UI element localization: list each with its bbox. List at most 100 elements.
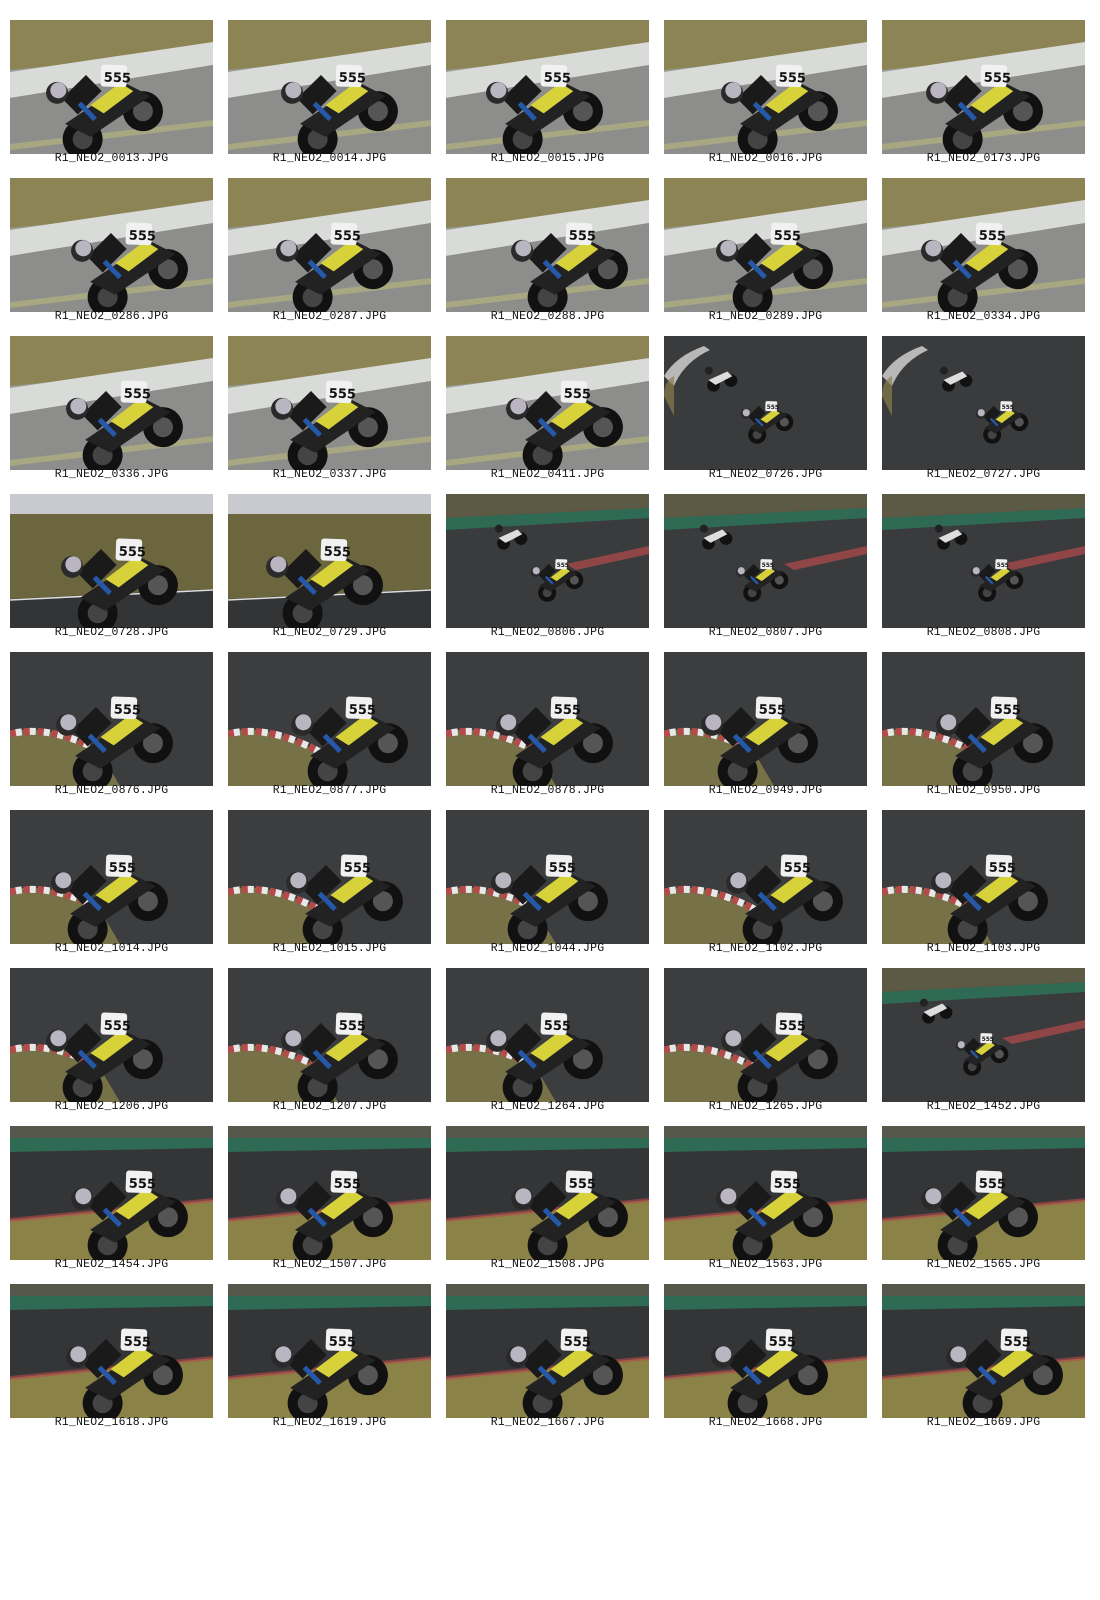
photo-cell[interactable]: 555 R1_NEO2_0173.JPG bbox=[882, 20, 1085, 164]
photo-thumbnail[interactable]: 555 bbox=[664, 1284, 867, 1418]
photo-cell[interactable]: 555 R1_NEO2_0727.JPG bbox=[882, 336, 1085, 480]
photo-thumbnail[interactable]: 555 bbox=[10, 1126, 213, 1260]
photo-cell[interactable]: 555 R1_NEO2_0287.JPG bbox=[228, 178, 431, 322]
photo-thumbnail[interactable]: 555 bbox=[228, 1126, 431, 1260]
photo-cell[interactable]: 555 R1_NEO2_0950.JPG bbox=[882, 652, 1085, 796]
photo-thumbnail[interactable]: 555 bbox=[228, 494, 431, 628]
photo-thumbnail[interactable]: 555 bbox=[446, 336, 649, 470]
photo-thumbnail[interactable]: 555 bbox=[446, 810, 649, 944]
photo-cell[interactable]: 555 R1_NEO2_0729.JPG bbox=[228, 494, 431, 639]
photo-cell[interactable]: 555 R1_NEO2_1507.JPG bbox=[228, 1126, 431, 1270]
photo-cell[interactable]: 555 R1_NEO2_0015.JPG bbox=[446, 20, 649, 164]
photo-cell[interactable]: 555 R1_NEO2_0726.JPG bbox=[664, 336, 867, 480]
photo-thumbnail[interactable]: 555 bbox=[664, 20, 867, 154]
svg-text:555: 555 bbox=[124, 386, 152, 402]
photo-cell[interactable]: 555 R1_NEO2_1207.JPG bbox=[228, 968, 431, 1112]
photo-cell[interactable]: 555 R1_NEO2_0728.JPG bbox=[10, 494, 213, 638]
photo-thumbnail[interactable]: 555 bbox=[446, 494, 649, 628]
photo-thumbnail[interactable]: 555 bbox=[446, 20, 649, 154]
photo-cell[interactable]: 555 R1_NEO2_1618.JPG bbox=[10, 1284, 213, 1428]
photo-cell[interactable]: 555 R1_NEO2_0411.JPG bbox=[446, 336, 649, 481]
photo-thumbnail[interactable]: 555 bbox=[664, 1126, 867, 1260]
photo-cell[interactable]: 555 R1_NEO2_0286.JPG bbox=[10, 178, 213, 322]
photo-cell[interactable]: 555 R1_NEO2_1454.JPG bbox=[10, 1126, 213, 1271]
photo-filename: R1_NEO2_0289.JPG bbox=[708, 310, 823, 323]
photo-cell[interactable]: 555 R1_NEO2_0877.JPG bbox=[228, 652, 431, 796]
photo-thumbnail[interactable]: 555 bbox=[882, 968, 1085, 1102]
photo-cell[interactable]: 555 R1_NEO2_1563.JPG bbox=[664, 1126, 867, 1270]
photo-thumbnail[interactable]: 555 bbox=[10, 178, 213, 312]
photo-cell[interactable]: 555 R1_NEO2_0334.JPG bbox=[882, 178, 1085, 322]
photo-cell[interactable]: 555 R1_NEO2_1452.JPG bbox=[882, 968, 1085, 1112]
photo-cell[interactable]: 555 R1_NEO2_0288.JPG bbox=[446, 178, 649, 322]
photo-cell[interactable]: 555 R1_NEO2_0289.JPG bbox=[664, 178, 867, 323]
photo-cell[interactable]: 555 R1_NEO2_1014.JPG bbox=[10, 810, 213, 954]
photo-image: 555 bbox=[446, 494, 649, 628]
photo-thumbnail[interactable]: 555 bbox=[882, 178, 1085, 312]
photo-cell[interactable]: 555 R1_NEO2_0807.JPG bbox=[664, 494, 867, 638]
photo-thumbnail[interactable]: 555 bbox=[664, 810, 867, 944]
photo-thumbnail[interactable]: 555 bbox=[10, 1284, 213, 1418]
photo-thumbnail[interactable]: 555 bbox=[664, 494, 867, 628]
photo-filename: R1_NEO2_1044.JPG bbox=[490, 942, 605, 955]
photo-cell[interactable]: 555 R1_NEO2_0878.JPG bbox=[446, 652, 649, 796]
photo-thumbnail[interactable]: 555 bbox=[664, 652, 867, 786]
photo-cell[interactable]: 555 R1_NEO2_1668.JPG bbox=[664, 1284, 867, 1428]
photo-thumbnail[interactable]: 555 bbox=[228, 652, 431, 786]
photo-thumbnail[interactable]: 555 bbox=[10, 652, 213, 786]
photo-thumbnail[interactable]: 555 bbox=[882, 652, 1085, 786]
photo-cell[interactable]: 555 R1_NEO2_1265.JPG bbox=[664, 968, 867, 1112]
photo-cell[interactable]: 555 R1_NEO2_1044.JPG bbox=[446, 810, 649, 955]
photo-cell[interactable]: 555 R1_NEO2_0949.JPG bbox=[664, 652, 867, 796]
photo-thumbnail[interactable]: 555 bbox=[228, 810, 431, 944]
photo-cell[interactable]: 555 R1_NEO2_1669.JPG bbox=[882, 1284, 1085, 1428]
photo-cell[interactable]: 555 R1_NEO2_1264.JPG bbox=[446, 968, 649, 1112]
photo-thumbnail[interactable]: 555 bbox=[10, 810, 213, 944]
photo-thumbnail[interactable]: 555 bbox=[10, 968, 213, 1102]
photo-thumbnail[interactable]: 555 bbox=[228, 1284, 431, 1418]
photo-cell[interactable]: 555 R1_NEO2_1206.JPG bbox=[10, 968, 213, 1112]
photo-thumbnail[interactable]: 555 bbox=[446, 652, 649, 786]
photo-filename: R1_NEO2_1619.JPG bbox=[272, 1416, 387, 1429]
photo-thumbnail[interactable]: 555 bbox=[664, 178, 867, 312]
photo-cell[interactable]: 555 R1_NEO2_0016.JPG bbox=[664, 20, 867, 164]
photo-thumbnail[interactable]: 555 bbox=[882, 336, 1085, 470]
photo-thumbnail[interactable]: 555 bbox=[882, 20, 1085, 154]
photo-cell[interactable]: 555 R1_NEO2_0808.JPG bbox=[882, 494, 1085, 638]
photo-thumbnail[interactable]: 555 bbox=[446, 1126, 649, 1260]
photo-filename: R1_NEO2_1454.JPG bbox=[54, 1258, 169, 1271]
photo-thumbnail[interactable]: 555 bbox=[882, 494, 1085, 628]
photo-cell[interactable]: 555 R1_NEO2_0336.JPG bbox=[10, 336, 213, 480]
photo-cell[interactable]: 555 R1_NEO2_1508.JPG bbox=[446, 1126, 649, 1270]
photo-cell[interactable]: 555 R1_NEO2_0337.JPG bbox=[228, 336, 431, 480]
photo-filename: R1_NEO2_0729.JPG bbox=[272, 626, 387, 639]
photo-thumbnail[interactable]: 555 bbox=[10, 20, 213, 154]
photo-cell[interactable]: 555 R1_NEO2_0014.JPG bbox=[228, 20, 431, 164]
photo-thumbnail[interactable]: 555 bbox=[882, 1284, 1085, 1418]
photo-cell[interactable]: 555 R1_NEO2_1667.JPG bbox=[446, 1284, 649, 1428]
photo-image: 555 bbox=[664, 810, 867, 944]
photo-thumbnail[interactable]: 555 bbox=[446, 1284, 649, 1418]
photo-thumbnail[interactable]: 555 bbox=[228, 20, 431, 154]
photo-thumbnail[interactable]: 555 bbox=[228, 178, 431, 312]
photo-cell[interactable]: 555 R1_NEO2_0876.JPG bbox=[10, 652, 213, 796]
photo-cell[interactable]: 555 R1_NEO2_0806.JPG bbox=[446, 494, 649, 638]
photo-cell[interactable]: 555 R1_NEO2_1103.JPG bbox=[882, 810, 1085, 954]
photo-thumbnail[interactable]: 555 bbox=[228, 968, 431, 1102]
photo-thumbnail[interactable]: 555 bbox=[10, 494, 213, 628]
photo-thumbnail[interactable]: 555 bbox=[10, 336, 213, 470]
photo-thumbnail[interactable]: 555 bbox=[882, 810, 1085, 944]
photo-cell[interactable]: 555 R1_NEO2_0013.JPG bbox=[10, 20, 213, 164]
photo-thumbnail[interactable]: 555 bbox=[882, 1126, 1085, 1260]
photo-thumbnail[interactable]: 555 bbox=[664, 336, 867, 470]
photo-thumbnail[interactable]: 555 bbox=[664, 968, 867, 1102]
photo-filename: R1_NEO2_0411.JPG bbox=[490, 468, 605, 481]
photo-cell[interactable]: 555 R1_NEO2_1102.JPG bbox=[664, 810, 867, 954]
photo-cell[interactable]: 555 R1_NEO2_1619.JPG bbox=[228, 1284, 431, 1429]
photo-thumbnail[interactable]: 555 bbox=[446, 968, 649, 1102]
photo-cell[interactable]: 555 R1_NEO2_1015.JPG bbox=[228, 810, 431, 954]
photo-image: 555 bbox=[228, 20, 431, 154]
photo-thumbnail[interactable]: 555 bbox=[228, 336, 431, 470]
photo-cell[interactable]: 555 R1_NEO2_1565.JPG bbox=[882, 1126, 1085, 1270]
photo-thumbnail[interactable]: 555 bbox=[446, 178, 649, 312]
